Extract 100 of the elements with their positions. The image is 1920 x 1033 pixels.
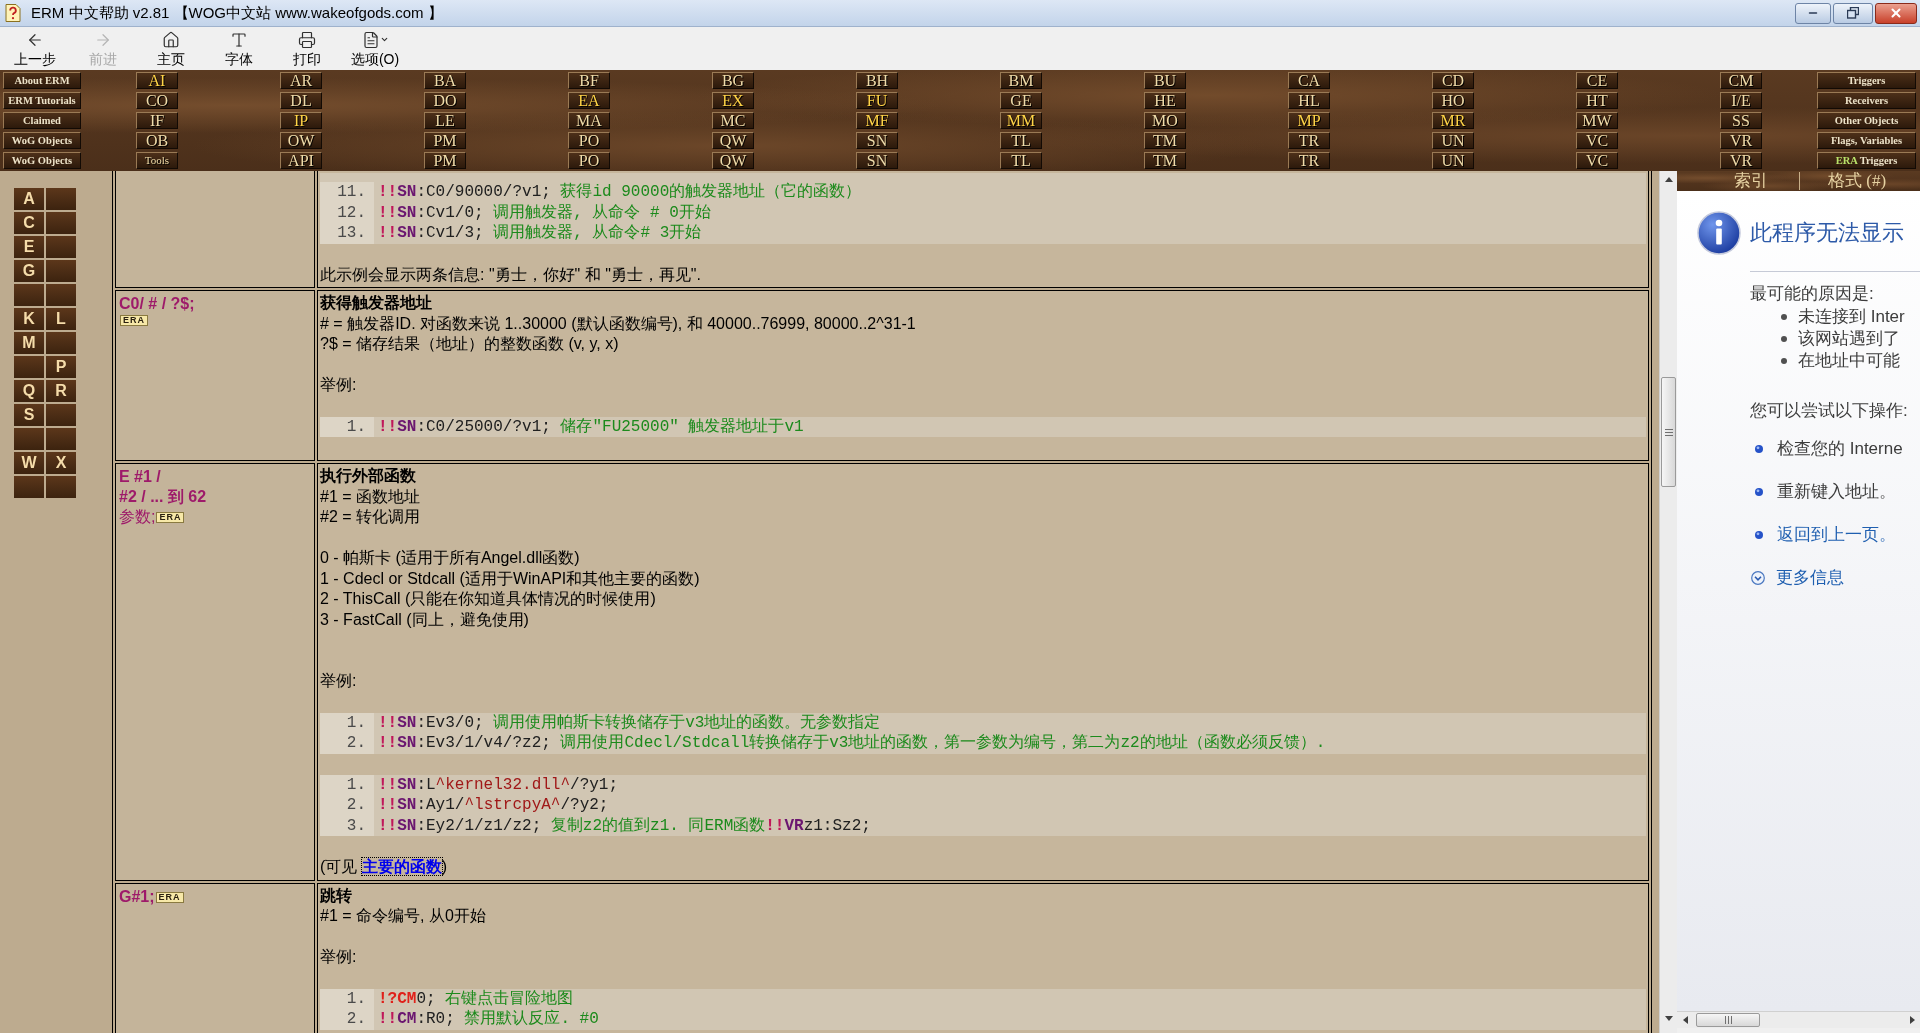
command-button[interactable]: HL <box>1288 92 1330 109</box>
command-button[interactable]: PO <box>568 152 610 169</box>
command-button[interactable]: TL <box>1000 152 1042 169</box>
command-button[interactable]: BA <box>424 72 466 89</box>
font-button[interactable]: 字体 <box>208 28 270 69</box>
command-button[interactable]: TR <box>1288 152 1330 169</box>
command-button[interactable]: MF <box>856 112 898 129</box>
command-button[interactable]: UN <box>1432 152 1474 169</box>
command-button[interactable]: CM <box>1720 72 1762 89</box>
letter-link[interactable]: S <box>14 404 44 426</box>
letter-link[interactable]: C <box>14 212 44 234</box>
letter-link[interactable]: W <box>14 452 44 474</box>
command-button[interactable]: OB <box>136 132 178 149</box>
letter-link[interactable]: E <box>14 236 44 258</box>
command-button[interactable]: CA <box>1288 72 1330 89</box>
command-button[interactable]: VR <box>1720 152 1762 169</box>
letter-link[interactable]: R <box>46 380 76 402</box>
command-button[interactable]: CO <box>136 92 178 109</box>
command-button[interactable]: CE <box>1576 72 1618 89</box>
horizontal-scrollbar[interactable] <box>1677 1011 1920 1028</box>
function-link[interactable]: 主要的函数 <box>361 858 442 875</box>
command-button[interactable]: VC <box>1576 152 1618 169</box>
command-button[interactable]: QW <box>712 152 754 169</box>
command-button[interactable]: HO <box>1432 92 1474 109</box>
vertical-scrollbar[interactable] <box>1659 171 1677 1033</box>
command-button[interactable]: DO <box>424 92 466 109</box>
section-button[interactable]: ERM Tutorials <box>3 92 81 109</box>
command-button[interactable]: MR <box>1432 112 1474 129</box>
topic-button[interactable]: Flags, Variables <box>1817 132 1916 149</box>
command-button[interactable]: PM <box>424 132 466 149</box>
command-button[interactable]: BG <box>712 72 754 89</box>
command-button[interactable]: AI <box>136 72 178 89</box>
command-button[interactable]: DL <box>280 92 322 109</box>
letter-link[interactable]: X <box>46 452 76 474</box>
topic-button[interactable]: Other Objects <box>1817 112 1916 129</box>
command-button[interactable]: TR <box>1288 132 1330 149</box>
home-button[interactable]: 主页 <box>140 28 202 69</box>
command-button[interactable]: VC <box>1576 132 1618 149</box>
command-button[interactable]: EX <box>712 92 754 109</box>
options-button[interactable]: 选项(O) <box>344 28 406 69</box>
command-button[interactable]: SN <box>856 132 898 149</box>
letter-link[interactable]: Q <box>14 380 44 402</box>
command-button[interactable]: LE <box>424 112 466 129</box>
command-button[interactable]: API <box>280 152 322 169</box>
command-button[interactable]: HT <box>1576 92 1618 109</box>
command-button[interactable]: IF <box>136 112 178 129</box>
restore-button[interactable] <box>1833 2 1873 24</box>
section-button[interactable]: Claimed <box>3 112 81 129</box>
section-button[interactable]: WoG Objects <box>3 132 81 149</box>
minimize-button[interactable] <box>1795 2 1831 24</box>
command-button[interactable]: I/E <box>1720 92 1762 109</box>
print-button[interactable]: 打印 <box>276 28 338 69</box>
command-button[interactable]: BM <box>1000 72 1042 89</box>
back-button[interactable]: 上一步 <box>4 28 66 69</box>
topic-button[interactable]: Receivers <box>1817 92 1916 109</box>
letter-link[interactable]: K <box>14 308 44 330</box>
command-button[interactable]: FU <box>856 92 898 109</box>
topic-button[interactable]: ERA Triggers <box>1817 152 1916 169</box>
command-button[interactable]: EA <box>568 92 610 109</box>
command-button[interactable]: BF <box>568 72 610 89</box>
back-link[interactable]: 返回到上一页。 <box>1777 522 1896 548</box>
letter-link[interactable]: A <box>14 188 44 210</box>
command-button[interactable]: TM <box>1144 132 1186 149</box>
command-button[interactable]: QW <box>712 132 754 149</box>
scrollbar-thumb[interactable] <box>1661 377 1676 487</box>
letter-link[interactable]: P <box>46 356 76 378</box>
topic-button[interactable]: Triggers <box>1817 72 1916 89</box>
command-button[interactable]: MM <box>1000 112 1042 129</box>
command-button[interactable]: MA <box>568 112 610 129</box>
section-button[interactable]: About ERM <box>3 72 81 89</box>
command-button[interactable]: GE <box>1000 92 1042 109</box>
command-button[interactable]: IP <box>280 112 322 129</box>
letter-link[interactable]: L <box>46 308 76 330</box>
side-tab[interactable]: 格式 (#) <box>1799 172 1887 190</box>
letter-link[interactable]: M <box>14 332 44 354</box>
command-button[interactable]: BH <box>856 72 898 89</box>
command-button[interactable]: CD <box>1432 72 1474 89</box>
section-button[interactable]: WoG Objects <box>3 152 81 169</box>
command-button[interactable]: VR <box>1720 132 1762 149</box>
side-tab[interactable]: 索引 <box>1677 172 1799 190</box>
command-button[interactable]: HE <box>1144 92 1186 109</box>
command-button[interactable]: MC <box>712 112 754 129</box>
more-info-link[interactable]: 更多信息 <box>1776 565 1844 591</box>
command-button[interactable]: MP <box>1288 112 1330 129</box>
command-button[interactable]: UN <box>1432 132 1474 149</box>
command-button[interactable]: Tools <box>136 152 178 169</box>
command-button[interactable]: PO <box>568 132 610 149</box>
command-button[interactable]: OW <box>280 132 322 149</box>
command-button[interactable]: TL <box>1000 132 1042 149</box>
command-button[interactable]: SS <box>1720 112 1762 129</box>
letter-link[interactable]: G <box>14 260 44 282</box>
close-button[interactable] <box>1875 2 1917 24</box>
command-button[interactable]: TM <box>1144 152 1186 169</box>
command-button[interactable]: SN <box>856 152 898 169</box>
command-button[interactable]: BU <box>1144 72 1186 89</box>
command-button[interactable]: AR <box>280 72 322 89</box>
scrollbar-thumb[interactable] <box>1696 1013 1760 1027</box>
command-button[interactable]: PM <box>424 152 466 169</box>
command-button[interactable]: MW <box>1576 112 1618 129</box>
command-button[interactable]: MO <box>1144 112 1186 129</box>
